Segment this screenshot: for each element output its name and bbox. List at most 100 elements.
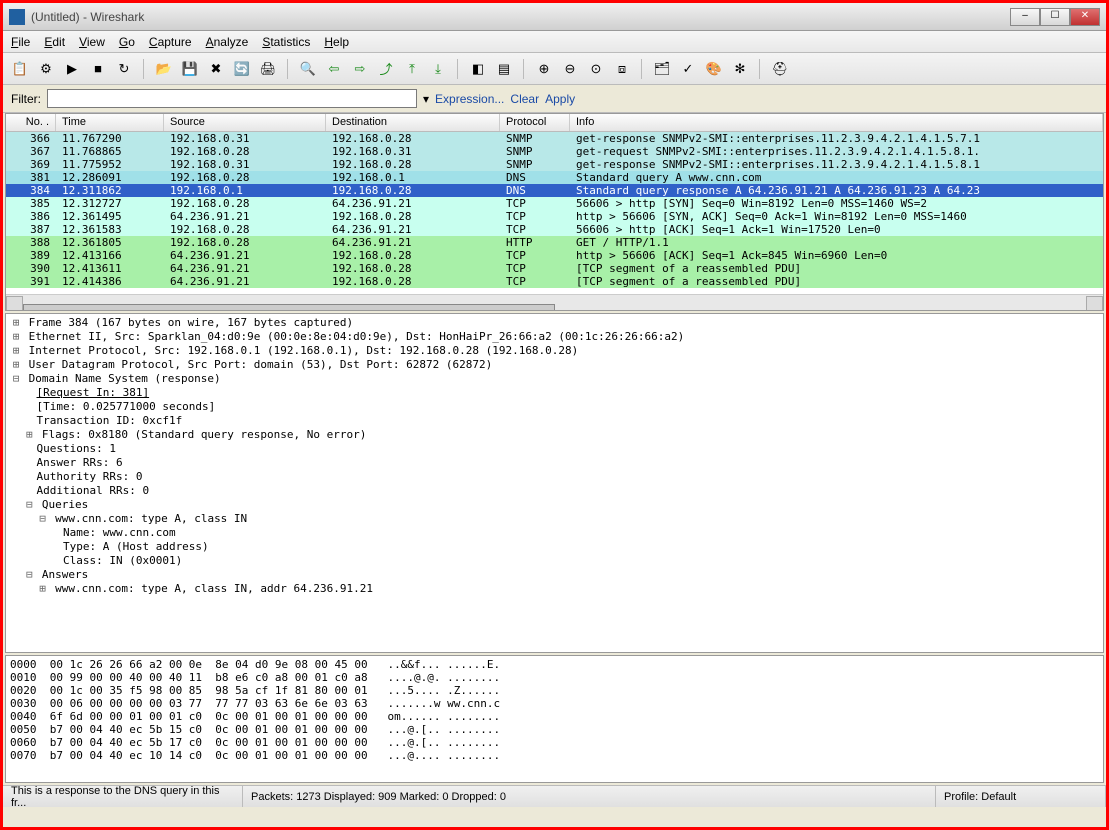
packet-row[interactable]: 38112.286091192.168.0.28192.168.0.1DNSSt… — [6, 171, 1103, 184]
col-time[interactable]: Time — [56, 114, 164, 131]
packet-row[interactable]: 38612.36149564.236.91.21192.168.0.28TCPh… — [6, 210, 1103, 223]
filter-apply-link[interactable]: Apply — [545, 92, 575, 106]
tb-open-icon[interactable]: 📂 — [153, 58, 175, 80]
packet-row[interactable]: 38912.41316664.236.91.21192.168.0.28TCPh… — [6, 249, 1103, 262]
detail-line[interactable]: Questions: 1 — [10, 442, 1099, 456]
tb-goto-icon[interactable]: ⤴ — [375, 58, 397, 80]
detail-line[interactable]: [Request In: 381] — [10, 386, 1099, 400]
detail-line[interactable]: ⊞ Internet Protocol, Src: 192.168.0.1 (1… — [10, 344, 1099, 358]
hex-line[interactable]: 0040 6f 6d 00 00 01 00 01 c0 0c 00 01 00… — [10, 710, 1099, 723]
tb-back-icon[interactable]: ⇦ — [323, 58, 345, 80]
packet-details-pane[interactable]: ⊞ Frame 384 (167 bytes on wire, 167 byte… — [5, 313, 1104, 653]
tb-coloring-icon[interactable]: 🎨 — [703, 58, 725, 80]
detail-line[interactable]: Transaction ID: 0xcf1f — [10, 414, 1099, 428]
detail-line[interactable]: Additional RRs: 0 — [10, 484, 1099, 498]
tb-save-icon[interactable]: 💾 — [179, 58, 201, 80]
detail-line[interactable]: ⊟ Domain Name System (response) — [10, 372, 1099, 386]
scroll-right-icon[interactable] — [1086, 296, 1103, 311]
tb-options-icon[interactable]: ⚙ — [35, 58, 57, 80]
detail-line[interactable]: ⊞ Frame 384 (167 bytes on wire, 167 byte… — [10, 316, 1099, 330]
expand-icon[interactable]: ⊞ — [10, 330, 22, 343]
filter-clear-link[interactable]: Clear — [510, 92, 539, 106]
col-source[interactable]: Source — [164, 114, 326, 131]
tb-help-icon[interactable]: ⛑ — [769, 58, 791, 80]
menu-capture[interactable]: Capture — [149, 35, 192, 49]
packet-row[interactable]: 38512.312727192.168.0.2864.236.91.21TCP5… — [6, 197, 1103, 210]
minimize-button[interactable]: – — [1010, 8, 1040, 26]
tb-zoom100-icon[interactable]: ⊙ — [585, 58, 607, 80]
detail-line[interactable]: [Time: 0.025771000 seconds] — [10, 400, 1099, 414]
detail-line[interactable]: Class: IN (0x0001) — [10, 554, 1099, 568]
detail-line[interactable]: ⊞ Ethernet II, Src: Sparklan_04:d0:9e (0… — [10, 330, 1099, 344]
tb-zoomout-icon[interactable]: ⊖ — [559, 58, 581, 80]
hex-line[interactable]: 0000 00 1c 26 26 66 a2 00 0e 8e 04 d0 9e… — [10, 658, 1099, 671]
tb-reload-icon[interactable]: 🔄 — [231, 58, 253, 80]
tb-prefs-icon[interactable]: ✻ — [729, 58, 751, 80]
tb-restart-icon[interactable]: ↻ — [113, 58, 135, 80]
packet-hscroll[interactable] — [6, 294, 1103, 311]
hex-line[interactable]: 0030 00 06 00 00 00 00 03 77 77 77 03 63… — [10, 697, 1099, 710]
hex-line[interactable]: 0020 00 1c 00 35 f5 98 00 85 98 5a cf 1f… — [10, 684, 1099, 697]
tb-forward-icon[interactable]: ⇨ — [349, 58, 371, 80]
detail-line[interactable]: Authority RRs: 0 — [10, 470, 1099, 484]
hex-line[interactable]: 0050 b7 00 04 40 ec 5b 15 c0 0c 00 01 00… — [10, 723, 1099, 736]
packet-row[interactable]: 39012.41361164.236.91.21192.168.0.28TCP[… — [6, 262, 1103, 275]
packet-row[interactable]: 38712.361583192.168.0.2864.236.91.21TCP5… — [6, 223, 1103, 236]
menu-analyze[interactable]: Analyze — [206, 35, 249, 49]
expand-icon[interactable]: ⊟ — [23, 568, 35, 581]
expand-icon[interactable]: ⊞ — [10, 358, 22, 371]
menu-file[interactable]: File — [11, 35, 30, 49]
detail-line[interactable]: ⊟ www.cnn.com: type A, class IN — [10, 512, 1099, 526]
packet-row[interactable]: 38412.311862192.168.0.1192.168.0.28DNSSt… — [6, 184, 1103, 197]
hex-line[interactable]: 0070 b7 00 04 40 ec 10 14 c0 0c 00 01 00… — [10, 749, 1099, 762]
tb-colorize-icon[interactable]: ◧ — [467, 58, 489, 80]
tb-stop-icon[interactable]: ■ — [87, 58, 109, 80]
tb-first-icon[interactable]: ⤒ — [401, 58, 423, 80]
col-no[interactable]: No. . — [6, 114, 56, 131]
expand-icon[interactable]: ⊞ — [37, 582, 49, 595]
filter-expression-link[interactable]: Expression... — [435, 92, 504, 106]
col-info[interactable]: Info — [570, 114, 1103, 131]
expand-icon[interactable]: ⊞ — [23, 428, 35, 441]
tb-print-icon[interactable]: 🖨 — [257, 58, 279, 80]
tb-autoscroll-icon[interactable]: ▤ — [493, 58, 515, 80]
tb-start-icon[interactable]: ▶ — [61, 58, 83, 80]
filter-input[interactable] — [47, 89, 417, 108]
expand-icon[interactable]: ⊟ — [23, 498, 35, 511]
expand-icon[interactable]: ⊟ — [37, 512, 49, 525]
packet-row[interactable]: 36911.775952192.168.0.31192.168.0.28SNMP… — [6, 158, 1103, 171]
detail-line[interactable]: ⊞ www.cnn.com: type A, class IN, addr 64… — [10, 582, 1099, 596]
col-destination[interactable]: Destination — [326, 114, 500, 131]
detail-line[interactable]: ⊞ User Datagram Protocol, Src Port: doma… — [10, 358, 1099, 372]
menu-edit[interactable]: Edit — [44, 35, 65, 49]
detail-line[interactable]: Answer RRs: 6 — [10, 456, 1099, 470]
packet-bytes-pane[interactable]: 0000 00 1c 26 26 66 a2 00 0e 8e 04 d0 9e… — [5, 655, 1104, 783]
expand-icon[interactable]: ⊞ — [10, 316, 22, 329]
menu-view[interactable]: View — [79, 35, 105, 49]
tb-zoomin-icon[interactable]: ⊕ — [533, 58, 555, 80]
tb-last-icon[interactable]: ⤓ — [427, 58, 449, 80]
expand-icon[interactable]: ⊟ — [10, 372, 22, 385]
menu-help[interactable]: Help — [324, 35, 349, 49]
detail-line[interactable]: Type: A (Host address) — [10, 540, 1099, 554]
packet-row[interactable]: 36711.768865192.168.0.28192.168.0.31SNMP… — [6, 145, 1103, 158]
tb-capfilter-icon[interactable]: 🗂 — [651, 58, 673, 80]
packet-row[interactable]: 38812.361805192.168.0.2864.236.91.21HTTP… — [6, 236, 1103, 249]
tb-dispfilter-icon[interactable]: ✓ — [677, 58, 699, 80]
hex-line[interactable]: 0010 00 99 00 00 40 00 40 11 b8 e6 c0 a8… — [10, 671, 1099, 684]
detail-line[interactable]: ⊞ Flags: 0x8180 (Standard query response… — [10, 428, 1099, 442]
detail-line[interactable]: ⊟ Queries — [10, 498, 1099, 512]
tb-interfaces-icon[interactable]: 📋 — [9, 58, 31, 80]
col-protocol[interactable]: Protocol — [500, 114, 570, 131]
scroll-thumb[interactable] — [23, 304, 555, 311]
scroll-left-icon[interactable] — [6, 296, 23, 311]
detail-line[interactable]: ⊟ Answers — [10, 568, 1099, 582]
packet-row[interactable]: 36611.767290192.168.0.31192.168.0.28SNMP… — [6, 132, 1103, 145]
tb-close-icon[interactable]: ✖ — [205, 58, 227, 80]
tb-find-icon[interactable]: 🔍 — [297, 58, 319, 80]
close-button[interactable]: ✕ — [1070, 8, 1100, 26]
packet-row[interactable]: 39112.41438664.236.91.21192.168.0.28TCP[… — [6, 275, 1103, 288]
packet-list-body[interactable]: 36611.767290192.168.0.31192.168.0.28SNMP… — [6, 132, 1103, 294]
tb-resize-icon[interactable]: ⧈ — [611, 58, 633, 80]
expand-icon[interactable]: ⊞ — [10, 344, 22, 357]
